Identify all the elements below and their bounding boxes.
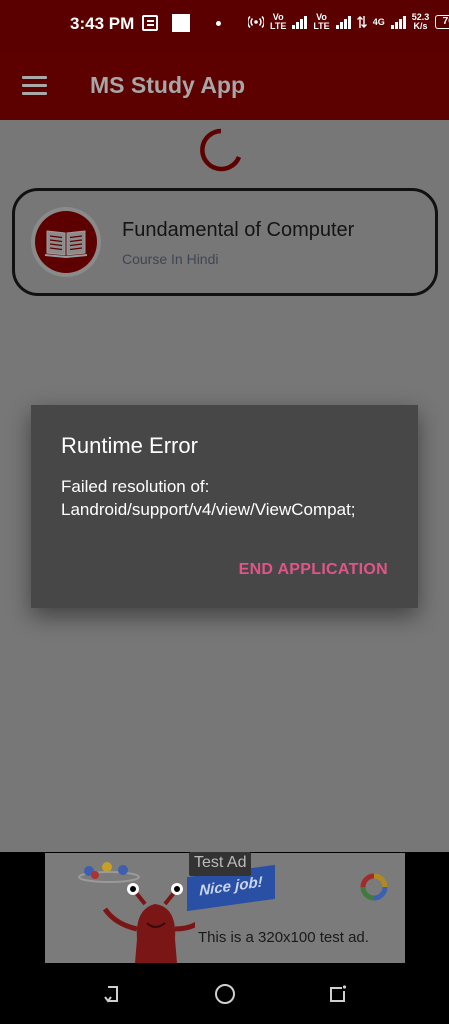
navigation-bar bbox=[0, 964, 449, 1024]
dialog-title: Runtime Error bbox=[61, 433, 198, 458]
course-title: Fundamental of Computer bbox=[122, 219, 355, 241]
runtime-error-dialog: Runtime Error Failed resolution of: Land… bbox=[31, 405, 418, 608]
end-application-button[interactable]: END APPLICATION bbox=[239, 561, 388, 579]
home-button-icon[interactable] bbox=[213, 982, 237, 1006]
hotspot-icon bbox=[248, 15, 264, 29]
notification-icons bbox=[142, 14, 221, 32]
battery-icon: 70 bbox=[435, 15, 449, 29]
loading-spinner-icon bbox=[200, 128, 242, 172]
course-card[interactable]: Fundamental of Computer Course In Hindi bbox=[12, 188, 438, 296]
volte-1-label: Vo LTE bbox=[270, 12, 287, 31]
back-button-icon[interactable] bbox=[100, 982, 124, 1006]
more-notifications-dot-icon bbox=[216, 20, 221, 26]
system-icons: VoLTE VoLTE 4G 52.3K/s 70 bbox=[248, 13, 449, 31]
status-time: 3:43 PM bbox=[70, 14, 135, 33]
signal-2-icon bbox=[335, 15, 351, 29]
network-type: 4G bbox=[372, 16, 385, 27]
app-title: MS Study App bbox=[90, 72, 246, 98]
hamburger-menu-icon[interactable] bbox=[22, 76, 47, 96]
signal-1-icon bbox=[292, 15, 308, 29]
app-bar: MS Study App bbox=[0, 52, 449, 120]
network-speed: 52.3 K/s bbox=[411, 12, 430, 31]
status-bar: 3:43 PM VoLTE VoLTE 4G 52.3K/s 70 bbox=[0, 0, 449, 52]
course-subtitle: Course In Hindi bbox=[122, 251, 219, 267]
google-ads-logo-icon bbox=[360, 873, 388, 901]
recents-button-icon[interactable] bbox=[325, 982, 349, 1006]
volte-2-label: Vo LTE bbox=[313, 12, 330, 31]
data-transfer-icon bbox=[356, 16, 367, 28]
ad-text: This is a 320x100 test ad. bbox=[198, 929, 369, 946]
ad-mascot-image bbox=[78, 862, 195, 963]
signal-4g-icon bbox=[390, 15, 406, 29]
book-icon bbox=[44, 230, 88, 259]
news-notification-icon bbox=[142, 15, 158, 31]
app-notification-icon bbox=[172, 14, 190, 32]
dialog-message: Failed resolution of: Landroid/support/v… bbox=[61, 477, 356, 519]
course-avatar bbox=[31, 207, 101, 277]
test-ad-label: Test Ad bbox=[189, 852, 252, 876]
